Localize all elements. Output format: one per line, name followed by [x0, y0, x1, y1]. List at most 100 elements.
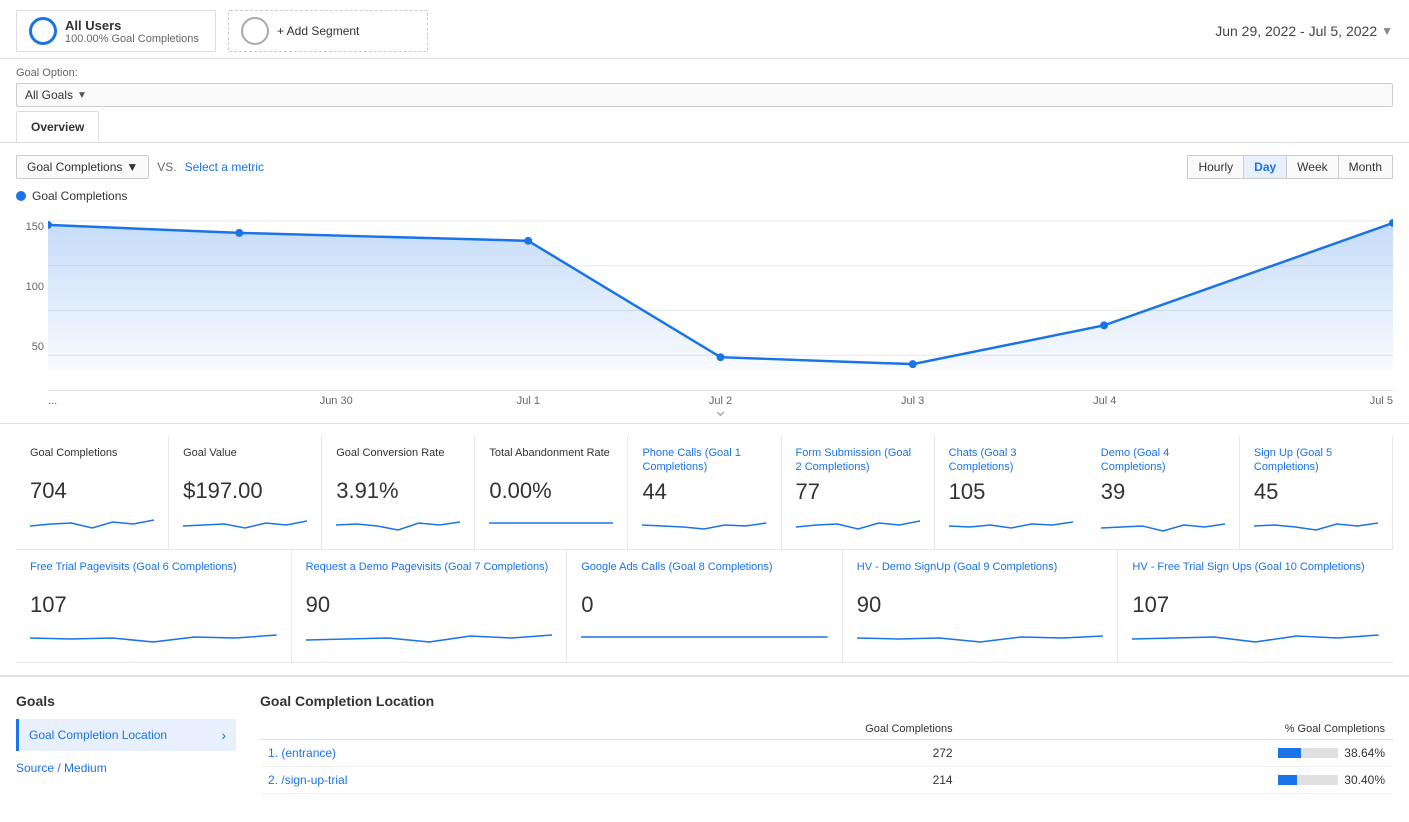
metric-card-1: Goal Value $197.00 [169, 436, 322, 550]
chart-point-3 [717, 353, 725, 361]
table-cell-completions-0: 272 [596, 739, 960, 766]
bar-cell-0: 38.64% [969, 746, 1385, 760]
x-label-1: Jun 30 [240, 395, 432, 407]
metric-name-2: Goal Conversion Rate [336, 446, 460, 474]
metric-value-0: 704 [30, 478, 154, 504]
legend-dot [16, 191, 26, 201]
chart-svg [48, 211, 1393, 390]
metric-name-13[interactable]: HV - Free Trial Sign Ups (Goal 10 Comple… [1132, 560, 1379, 588]
table-cell-completions-1: 214 [596, 766, 960, 793]
pct-text-0: 38.64% [1344, 746, 1385, 760]
chart-fill [48, 223, 1393, 370]
y-label-150: 150 [20, 221, 44, 233]
table-cell-url-1[interactable]: 2. /sign-up-trial [260, 766, 596, 793]
metric-card-13: HV - Free Trial Sign Ups (Goal 10 Comple… [1118, 550, 1393, 663]
expand-icon[interactable]: ⌄ [713, 400, 728, 421]
chart-section: Goal Completions ▼ VS. Select a metric H… [0, 143, 1409, 423]
row-url-0: (entrance) [281, 746, 336, 760]
metric-name-7[interactable]: Demo (Goal 4 Completions) [1101, 446, 1225, 475]
data-table: Goal Completions % Goal Completions 1. (… [260, 719, 1393, 794]
metric-sparkline-3 [489, 508, 613, 538]
metric-sparkline-0 [30, 508, 154, 538]
chart-with-yaxis: 150 100 50 [16, 211, 1393, 411]
time-btn-week[interactable]: Week [1287, 155, 1338, 179]
metric-sparkline-13 [1132, 622, 1379, 652]
goal-select-dropdown[interactable]: All Goals ▼ [16, 83, 1393, 107]
metric-name-9[interactable]: Free Trial Pagevisits (Goal 6 Completion… [30, 560, 277, 588]
metric-value-11: 0 [581, 592, 828, 618]
chart-x-labels: ... Jun 30 Jul 1 Jul 2 ⌄ Jul 3 Jul 4 Jul… [48, 391, 1393, 411]
metric-value-9: 107 [30, 592, 277, 618]
time-btn-hourly[interactable]: Hourly [1187, 155, 1244, 179]
metric-selector: Goal Completions ▼ VS. Select a metric [16, 155, 264, 179]
chart-point-1 [235, 229, 243, 237]
metric-value-1: $197.00 [183, 478, 307, 504]
add-segment-button[interactable]: + Add Segment [228, 10, 428, 52]
chart-area [48, 211, 1393, 391]
metric-name-0: Goal Completions [30, 446, 154, 474]
metric-card-5: Form Submission (Goal 2 Completions) 77 [782, 436, 935, 550]
chart-legend: Goal Completions [16, 189, 1393, 203]
metric-card-11: Google Ads Calls (Goal 8 Completions) 0 [567, 550, 843, 663]
metric-name-10[interactable]: Request a Demo Pagevisits (Goal 7 Comple… [306, 560, 553, 588]
metric-name-6[interactable]: Chats (Goal 3 Completions) [949, 446, 1073, 475]
select-metric-link[interactable]: Select a metric [185, 160, 264, 174]
goal-completion-table: Goal Completion Location Goal Completion… [260, 693, 1393, 794]
goals-sidebar: Goals Goal Completion Location › Source … [16, 693, 236, 794]
segments-container: All Users 100.00% Goal Completions + Add… [16, 10, 428, 52]
metric-value-12: 90 [857, 592, 1104, 618]
metric-name-3: Total Abandonment Rate [489, 446, 613, 474]
metric-sparkline-8 [1254, 509, 1378, 539]
legend-label: Goal Completions [32, 189, 127, 203]
bar-fill-0 [1278, 748, 1301, 758]
metric-card-3: Total Abandonment Rate 0.00% [475, 436, 628, 550]
table-header: Goal Completion Location [260, 693, 1393, 709]
goals-item-link-1[interactable]: Source / Medium [16, 761, 107, 775]
goals-item-label-0: Goal Completion Location [29, 728, 167, 742]
row-url-1: /sign-up-trial [281, 773, 347, 787]
metric-sparkline-11 [581, 622, 828, 652]
time-btn-day[interactable]: Day [1244, 155, 1287, 179]
metric-card-0: Goal Completions 704 [16, 436, 169, 550]
metric-dropdown[interactable]: Goal Completions ▼ [16, 155, 149, 179]
metric-sparkline-1 [183, 508, 307, 538]
table-cell-pct-1: 30.40% [961, 766, 1393, 793]
date-range-selector[interactable]: Jun 29, 2022 - Jul 5, 2022 ▼ [1215, 23, 1393, 39]
metric-card-6: Chats (Goal 3 Completions) 105 [935, 436, 1087, 550]
metric-card-12: HV - Demo SignUp (Goal 9 Completions) 90 [843, 550, 1119, 663]
metric-value-3: 0.00% [489, 478, 613, 504]
segment-info: All Users 100.00% Goal Completions [65, 18, 199, 45]
goal-option-label: Goal Option: [16, 67, 1393, 79]
segment-subtitle: 100.00% Goal Completions [65, 33, 199, 45]
table-row: 2. /sign-up-trial 214 30.40% [260, 766, 1393, 793]
bar-wrap-0 [1278, 748, 1338, 758]
tab-overview[interactable]: Overview [16, 111, 99, 142]
metric-name-11[interactable]: Google Ads Calls (Goal 8 Completions) [581, 560, 828, 588]
add-segment-icon [241, 17, 269, 45]
metric-sparkline-4 [642, 509, 766, 539]
all-users-segment[interactable]: All Users 100.00% Goal Completions [16, 10, 216, 52]
metric-value-5: 77 [796, 479, 920, 505]
th-completions: Goal Completions [596, 719, 960, 740]
time-btn-month[interactable]: Month [1339, 155, 1393, 179]
metric-caret: ▼ [126, 160, 138, 174]
pct-text-1: 30.40% [1344, 773, 1385, 787]
metric-sparkline-5 [796, 509, 920, 539]
goal-select-caret: ▼ [77, 90, 87, 101]
metric-name-5[interactable]: Form Submission (Goal 2 Completions) [796, 446, 920, 475]
x-label-0: ... [48, 395, 240, 407]
x-label-2: Jul 1 [432, 395, 624, 407]
metric-value-13: 107 [1132, 592, 1379, 618]
table-cell-url-0[interactable]: 1. (entrance) [260, 739, 596, 766]
vs-label: VS. [157, 160, 176, 174]
segment-icon [29, 17, 57, 45]
goal-select-value: All Goals [25, 88, 73, 102]
goals-title: Goals [16, 693, 236, 709]
metric-name-8[interactable]: Sign Up (Goal 5 Completions) [1254, 446, 1378, 475]
metric-name-4[interactable]: Phone Calls (Goal 1 Completions) [642, 446, 766, 475]
goals-item-0[interactable]: Goal Completion Location › [16, 719, 236, 751]
metric-name-12[interactable]: HV - Demo SignUp (Goal 9 Completions) [857, 560, 1104, 588]
metric-card-7: Demo (Goal 4 Completions) 39 [1087, 436, 1240, 550]
metric-name-1: Goal Value [183, 446, 307, 474]
chart-point-2 [524, 237, 532, 245]
